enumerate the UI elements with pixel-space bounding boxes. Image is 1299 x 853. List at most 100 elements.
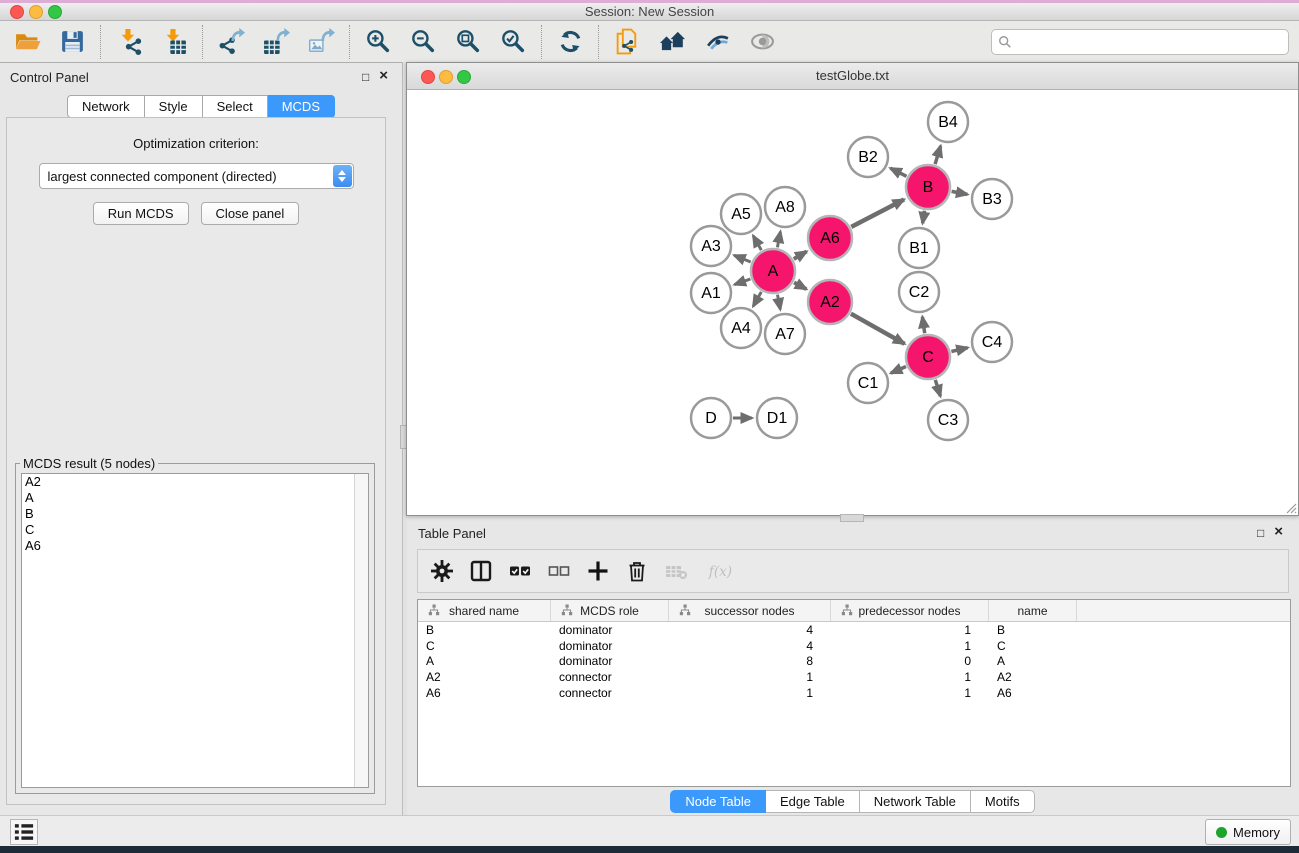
import-network-icon[interactable] (116, 28, 143, 55)
edge-A-A8[interactable] (777, 232, 780, 248)
zoom-out-icon[interactable] (410, 28, 437, 55)
column-header-name[interactable]: name (989, 600, 1077, 621)
edge-A6-B[interactable] (851, 200, 904, 227)
create-column-icon[interactable] (586, 559, 610, 583)
node-A3[interactable]: A3 (691, 226, 731, 266)
edge-C-C2[interactable] (922, 317, 924, 333)
zoom-fit-icon[interactable] (455, 28, 482, 55)
edge-B-B1[interactable] (923, 211, 925, 224)
settings-gear-icon[interactable] (430, 559, 454, 583)
edge-C-C4[interactable] (951, 348, 967, 352)
criterion-dropdown[interactable]: largest connected component (directed) (39, 163, 354, 189)
copy-network-icon[interactable] (614, 28, 641, 55)
node-B4[interactable]: B4 (928, 102, 968, 142)
node-A5[interactable]: A5 (721, 194, 761, 234)
node-B1[interactable]: B1 (899, 228, 939, 268)
edge-C-C3[interactable] (935, 380, 940, 396)
memory-button[interactable]: Memory (1205, 819, 1291, 845)
export-network-icon[interactable] (218, 28, 245, 55)
edge-B-B2[interactable] (890, 168, 906, 176)
mcds-result-item[interactable]: A6 (22, 538, 368, 554)
node-C[interactable]: C (906, 335, 950, 379)
mcds-result-list[interactable]: A2ABCA6 (21, 473, 369, 788)
network-canvas[interactable]: A B C A2 A6 A1 A3 A4 A5 A7 A8 B1 B2 B3B4 C1 C2 C3C4 D D1 (407, 90, 1298, 515)
node-A2[interactable]: A2 (808, 280, 852, 324)
node-A4[interactable]: A4 (721, 308, 761, 348)
window-resize-grip[interactable] (1283, 500, 1297, 514)
search-box[interactable] (991, 29, 1289, 55)
zoom-selected-icon[interactable] (500, 28, 527, 55)
table-row[interactable]: Cdominator41C (418, 638, 1290, 654)
table-panel-close-icon[interactable]: × (1274, 526, 1283, 540)
tab-network[interactable]: Network (67, 95, 145, 118)
column-header-successor-nodes[interactable]: successor nodes (669, 600, 831, 621)
refresh-layout-icon[interactable] (557, 28, 584, 55)
table-row[interactable]: Adominator80A (418, 654, 1290, 670)
node-C1[interactable]: C1 (848, 363, 888, 403)
export-image-icon[interactable] (308, 28, 335, 55)
node-A[interactable]: A (751, 249, 795, 293)
node-A8[interactable]: A8 (765, 187, 805, 227)
task-history-button[interactable] (10, 819, 38, 845)
edge-A-A2[interactable] (794, 283, 806, 290)
close-panel-button[interactable]: Close panel (201, 202, 300, 225)
edge-A-A6[interactable] (794, 252, 807, 260)
node-C3[interactable]: C3 (928, 400, 968, 440)
import-table-icon[interactable] (161, 28, 188, 55)
edge-C-C1[interactable] (891, 367, 906, 374)
edge-A-A4[interactable] (753, 292, 761, 306)
mcds-result-item[interactable]: B (22, 506, 368, 522)
table-row[interactable]: A6connector11A6 (418, 685, 1290, 701)
node-B3[interactable]: B3 (972, 179, 1012, 219)
mcds-result-item[interactable]: A (22, 490, 368, 506)
column-header-predecessor-nodes[interactable]: predecessor nodes (831, 600, 989, 621)
column-header-MCDS-role[interactable]: MCDS role (551, 600, 669, 621)
control-panel-close-icon[interactable]: × (379, 70, 388, 84)
node-D1[interactable]: D1 (757, 398, 797, 438)
table-row[interactable]: Bdominator41B (418, 622, 1290, 638)
unselect-all-columns-icon[interactable] (547, 559, 571, 583)
preview-icon[interactable] (704, 28, 731, 55)
tab-edge-table[interactable]: Edge Table (766, 790, 860, 813)
control-panel-float-icon[interactable]: □ (362, 70, 369, 84)
open-file-icon[interactable] (14, 28, 41, 55)
tab-node-table[interactable]: Node Table (670, 790, 766, 813)
column-header-shared-name[interactable]: shared name (418, 600, 551, 621)
edge-A-A7[interactable] (778, 295, 781, 310)
home-layout-icon[interactable] (659, 28, 686, 55)
edge-B-B3[interactable] (952, 191, 968, 194)
tab-select[interactable]: Select (203, 95, 268, 118)
export-table-icon[interactable] (263, 28, 290, 55)
node-B2[interactable]: B2 (848, 137, 888, 177)
edge-A2-C[interactable] (851, 314, 905, 344)
network-window-titlebar[interactable]: testGlobe.txt (407, 63, 1298, 90)
table-panel-float-icon[interactable]: □ (1257, 526, 1264, 540)
edge-B-B4[interactable] (935, 146, 941, 164)
node-A1[interactable]: A1 (691, 273, 731, 313)
table-row[interactable]: A2connector11A2 (418, 669, 1290, 685)
node-A7[interactable]: A7 (765, 314, 805, 354)
result-scrollbar[interactable] (354, 474, 368, 787)
select-all-columns-icon[interactable] (508, 559, 532, 583)
node-D[interactable]: D (691, 398, 731, 438)
node-A6[interactable]: A6 (808, 216, 852, 260)
node-B[interactable]: B (906, 165, 950, 209)
node-table[interactable]: shared nameMCDS rolesuccessor nodesprede… (417, 599, 1291, 787)
zoom-in-icon[interactable] (365, 28, 392, 55)
run-mcds-button[interactable]: Run MCDS (93, 202, 189, 225)
search-input[interactable] (1012, 32, 1288, 52)
table-column-view-icon[interactable] (469, 559, 493, 583)
edge-A-A5[interactable] (753, 236, 761, 250)
mcds-result-item[interactable]: C (22, 522, 368, 538)
tab-network-table[interactable]: Network Table (860, 790, 971, 813)
tab-style[interactable]: Style (145, 95, 203, 118)
mcds-result-item[interactable]: A2 (22, 474, 368, 490)
delete-columns-icon[interactable] (625, 559, 649, 583)
save-session-icon[interactable] (59, 28, 86, 55)
node-C2[interactable]: C2 (899, 272, 939, 312)
tab-motifs[interactable]: Motifs (971, 790, 1035, 813)
tab-mcds[interactable]: MCDS (268, 95, 335, 118)
network-graph[interactable]: A B C A2 A6 A1 A3 A4 A5 A7 A8 B1 B2 B3B4 C1 C2 C3C4 D D1 (407, 90, 1296, 514)
node-C4[interactable]: C4 (972, 322, 1012, 362)
edge-A-A3[interactable] (734, 255, 751, 262)
